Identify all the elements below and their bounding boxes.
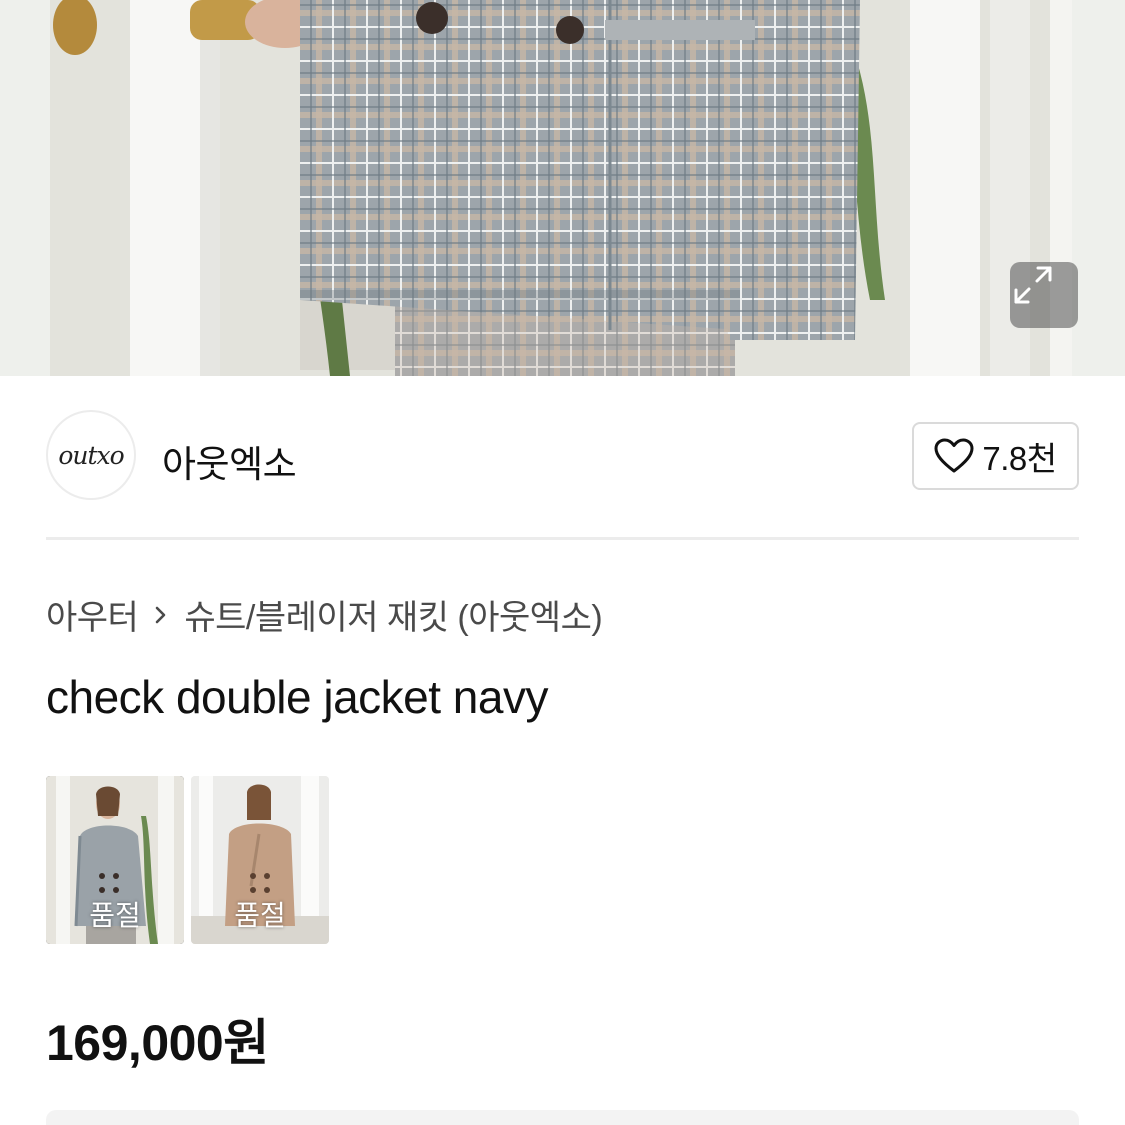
product-price: 169,000원	[46, 1015, 269, 1071]
soldout-label: 품절	[89, 900, 141, 931]
soldout-label: 품절	[234, 900, 286, 931]
brand-logo-text: outxo	[58, 440, 124, 470]
section-divider	[46, 537, 1079, 540]
hero-photo-illustration	[0, 0, 1125, 376]
expand-image-button[interactable]	[1010, 262, 1078, 328]
chevron-right-icon	[152, 602, 170, 628]
brand-logo[interactable]: outxo	[46, 410, 136, 500]
like-count: 7.8천	[982, 440, 1057, 477]
brand-name[interactable]: 아웃엑소	[162, 434, 297, 488]
variant-thumbnail-2[interactable]: 품절	[191, 776, 329, 944]
variant-thumbnails: 품절 품절	[46, 776, 329, 944]
variant-thumbnail-1[interactable]: 품절	[46, 776, 184, 944]
like-button[interactable]: 7.8천	[912, 422, 1079, 490]
expand-diagonal-icon	[1014, 266, 1052, 304]
product-title: check double jacket navy	[46, 671, 548, 723]
product-hero-image[interactable]	[0, 0, 1125, 376]
next-section-panel	[46, 1110, 1079, 1125]
brand-row: outxo 아웃엑소 7.8천	[46, 410, 1079, 502]
breadcrumb-subcategory[interactable]: 슈트/블레이저 재킷 (아웃엑소)	[184, 590, 602, 639]
breadcrumb-category[interactable]: 아우터	[46, 590, 139, 639]
breadcrumb: 아우터 슈트/블레이저 재킷 (아웃엑소)	[46, 590, 603, 639]
heart-outline-icon	[934, 438, 974, 473]
